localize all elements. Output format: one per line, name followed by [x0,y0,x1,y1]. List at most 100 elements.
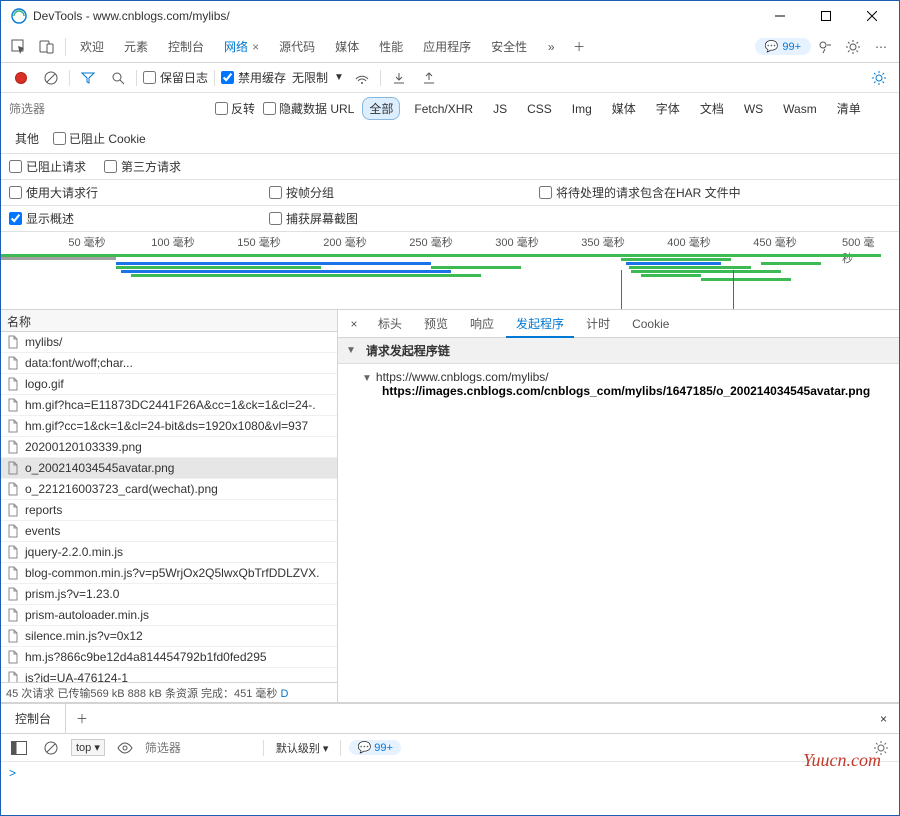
type-ws[interactable]: WS [738,100,769,118]
tab-headers[interactable]: 标头 [368,310,412,338]
more-tabs-icon[interactable]: » [537,33,565,61]
request-row[interactable]: js?id=UA-476124-1 [1,668,337,682]
request-row[interactable]: blog-common.min.js?v=p5WrjOx2Q5lwxQbTrfD… [1,563,337,584]
request-name: o_200214034545avatar.png [25,461,174,475]
request-row[interactable]: data:font/woff;char... [1,353,337,374]
filter-input[interactable] [9,102,99,116]
invert-checkbox[interactable]: 反转 [215,100,255,117]
third-party-checkbox[interactable]: 第三方请求 [104,158,181,175]
add-tab-icon[interactable]: ＋ [565,33,593,61]
device-toggle-icon[interactable] [33,33,61,61]
type-all[interactable]: 全部 [362,97,400,120]
tab-performance[interactable]: 性能 [369,31,413,63]
disable-cache-checkbox[interactable]: 禁用缓存 [221,69,286,86]
clear-button[interactable] [39,66,63,90]
tab-initiator[interactable]: 发起程序 [506,310,574,338]
network-conditions-icon[interactable] [350,66,374,90]
tab-network[interactable]: 网络× [214,31,269,63]
request-row[interactable]: logo.gif [1,374,337,395]
console-clear-icon[interactable] [39,736,63,760]
filter-icon[interactable] [76,66,100,90]
blocked-requests-checkbox[interactable]: 已阻止请求 [9,158,86,175]
name-column-header[interactable]: 名称 [1,310,337,332]
drawer-tab-console[interactable]: 控制台 [1,704,66,734]
type-css[interactable]: CSS [521,100,558,118]
request-row[interactable]: prism-autoloader.min.js [1,605,337,626]
console-sidebar-toggle-icon[interactable] [7,736,31,760]
tab-preview[interactable]: 预览 [414,310,458,338]
tab-console[interactable]: 控制台 [158,31,214,63]
type-js[interactable]: JS [487,100,513,118]
throttle-select[interactable]: 无限制 [292,69,328,86]
type-wasm[interactable]: Wasm [777,100,823,118]
request-row[interactable]: 20200120103339.png [1,437,337,458]
preserve-log-checkbox[interactable]: 保留日志 [143,69,208,86]
type-manifest[interactable]: 清单 [831,98,867,119]
window-title: DevTools - www.cnblogs.com/mylibs/ [33,9,757,23]
timeline-overview[interactable]: 50 毫秒100 毫秒150 毫秒200 毫秒250 毫秒300 毫秒350 毫… [1,232,899,310]
network-settings-icon[interactable] [867,66,891,90]
request-row[interactable]: hm.gif?cc=1&ck=1&cl=24-bit&ds=1920x1080&… [1,416,337,437]
search-icon[interactable] [106,66,130,90]
initiator-chain-section[interactable]: ▼请求发起程序链 [338,338,899,364]
tab-response[interactable]: 响应 [460,310,504,338]
large-rows-checkbox[interactable]: 使用大请求行 [9,184,98,201]
drawer-add-tab-button[interactable]: ＋ [66,710,98,727]
request-row[interactable]: reports [1,500,337,521]
type-fetch[interactable]: Fetch/XHR [408,100,479,118]
console-prompt[interactable]: > [1,762,899,784]
show-overview-checkbox[interactable]: 显示概述 [9,210,74,227]
more-menu-icon[interactable]: ⋯ [867,33,895,61]
timeline-tick: 450 毫秒 [753,234,796,250]
type-font[interactable]: 字体 [650,98,686,119]
type-media[interactable]: 媒体 [606,98,642,119]
live-expression-icon[interactable] [113,736,137,760]
inspect-icon[interactable] [5,33,33,61]
request-row[interactable]: hm.js?866c9be12d4a814454792b1fd0fed295 [1,647,337,668]
console-filter-input[interactable] [145,741,255,755]
import-har-icon[interactable] [387,66,411,90]
hide-data-urls-checkbox[interactable]: 隐藏数据 URL [263,100,354,117]
feedback-icon[interactable] [811,33,839,61]
record-button[interactable] [9,66,33,90]
tab-welcome[interactable]: 欢迎 [70,31,114,63]
request-row[interactable]: events [1,521,337,542]
include-pending-har-checkbox[interactable]: 将待处理的请求包含在HAR 文件中 [539,184,741,201]
request-name: js?id=UA-476124-1 [25,671,128,682]
window-maximize-button[interactable] [803,1,849,31]
type-other[interactable]: 其他 [9,128,45,149]
close-details-button[interactable]: × [342,317,366,331]
request-row[interactable]: silence.min.js?v=0x12 [1,626,337,647]
blocked-cookies-checkbox[interactable]: 已阻止 Cookie [53,130,146,147]
log-level-select[interactable]: 默认级别 ▾ [272,739,333,757]
console-issues-pill[interactable]: 💬 99+ [349,740,400,755]
request-row[interactable]: prism.js?v=1.23.0 [1,584,337,605]
drawer-close-button[interactable]: × [868,712,899,726]
tab-security[interactable]: 安全性 [481,31,537,63]
chain-parent[interactable]: ▼https://www.cnblogs.com/mylibs/ [348,370,889,384]
capture-screenshots-checkbox[interactable]: 捕获屏幕截图 [269,210,358,227]
close-icon[interactable]: × [252,40,259,54]
group-by-frame-checkbox[interactable]: 按帧分组 [269,184,334,201]
tab-cookies[interactable]: Cookie [622,310,679,338]
dropdown-icon[interactable]: ▼ [334,72,344,83]
context-select[interactable]: top ▾ [71,739,105,756]
chain-current[interactable]: https://images.cnblogs.com/cnblogs_com/m… [348,384,889,398]
request-row[interactable]: jquery-2.2.0.min.js [1,542,337,563]
request-row[interactable]: o_200214034545avatar.png [1,458,337,479]
type-img[interactable]: Img [566,100,598,118]
tab-media[interactable]: 媒体 [325,31,369,63]
type-doc[interactable]: 文档 [694,98,730,119]
window-close-button[interactable] [849,1,895,31]
request-row[interactable]: mylibs/ [1,332,337,353]
tab-application[interactable]: 应用程序 [413,31,481,63]
settings-icon[interactable] [839,33,867,61]
window-minimize-button[interactable] [757,1,803,31]
request-row[interactable]: o_221216003723_card(wechat).png [1,479,337,500]
tab-sources[interactable]: 源代码 [269,31,325,63]
export-har-icon[interactable] [417,66,441,90]
issues-pill[interactable]: 💬99+ [755,38,811,55]
tab-timing[interactable]: 计时 [576,310,620,338]
request-row[interactable]: hm.gif?hca=E11873DC2441F26A&cc=1&ck=1&cl… [1,395,337,416]
tab-elements[interactable]: 元素 [114,31,158,63]
